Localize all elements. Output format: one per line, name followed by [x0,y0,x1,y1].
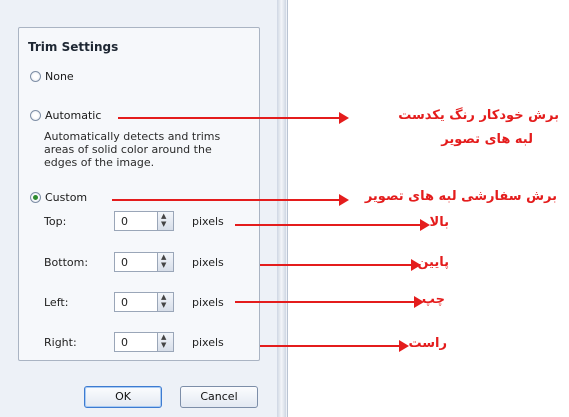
radio-none-label: None [45,70,74,83]
spin-up-icon[interactable]: ▲ [161,213,166,220]
radio-automatic-label: Automatic [45,109,102,122]
top-unit: pixels [192,215,224,228]
radio-none-circle[interactable] [30,71,41,82]
annotation-top: بالا [429,215,449,230]
trim-dialog: Trim Settings None Automatic Automatical… [0,0,288,417]
top-value[interactable]: 0 [121,215,128,228]
arrow-right-icon [260,259,421,271]
annotation-custom: برش سفارشی لبه های تصویر [364,189,557,204]
bottom-spinner[interactable]: 0 ▲ ▼ [114,252,174,272]
right-value[interactable]: 0 [121,336,128,349]
arrow-right-icon [112,194,349,206]
bottom-spin-buttons[interactable]: ▲ ▼ [157,253,173,271]
radio-custom[interactable]: Custom [30,191,87,204]
arrow-right-icon [118,112,349,124]
annotation-automatic-line2: لبه های تصویر [441,132,533,147]
cancel-button[interactable]: Cancel [180,386,258,408]
radio-automatic[interactable]: Automatic [30,109,101,122]
top-spin-buttons[interactable]: ▲ ▼ [157,212,173,230]
bottom-unit: pixels [192,256,224,269]
left-value[interactable]: 0 [121,296,128,309]
spin-down-icon[interactable]: ▼ [161,302,166,309]
spin-down-icon[interactable]: ▼ [161,342,166,349]
right-spinner[interactable]: 0 ▲ ▼ [114,332,174,352]
annotation-bottom: پایین [417,255,449,270]
annotation-automatic-line1: برش خودکار رنگ یکدست [398,108,559,123]
spin-down-icon[interactable]: ▼ [161,262,166,269]
annotation-right: راست [408,336,448,351]
radio-custom-circle[interactable] [30,192,41,203]
left-spin-buttons[interactable]: ▲ ▼ [157,293,173,311]
radio-none[interactable]: None [30,70,74,83]
ok-button[interactable]: OK [84,386,162,408]
right-spin-buttons[interactable]: ▲ ▼ [157,333,173,351]
left-unit: pixels [192,296,224,309]
spin-up-icon[interactable]: ▲ [161,254,166,261]
automatic-description: Automatically detects and trims areas of… [44,130,221,169]
top-label: Top: [44,215,67,228]
arrow-right-icon [235,296,424,308]
arrow-right-icon [235,219,430,231]
annotation-left: چپ [421,292,445,307]
bottom-value[interactable]: 0 [121,256,128,269]
radio-automatic-circle[interactable] [30,110,41,121]
arrow-right-icon [260,340,409,352]
group-title: Trim Settings [28,40,119,54]
spin-up-icon[interactable]: ▲ [161,294,166,301]
left-label: Left: [44,296,69,309]
spin-up-icon[interactable]: ▲ [161,334,166,341]
bottom-label: Bottom: [44,256,89,269]
left-spinner[interactable]: 0 ▲ ▼ [114,292,174,312]
right-label: Right: [44,336,77,349]
top-spinner[interactable]: 0 ▲ ▼ [114,211,174,231]
spin-down-icon[interactable]: ▼ [161,221,166,228]
radio-custom-label: Custom [45,191,88,204]
right-unit: pixels [192,336,224,349]
dialog-edge [277,0,286,417]
